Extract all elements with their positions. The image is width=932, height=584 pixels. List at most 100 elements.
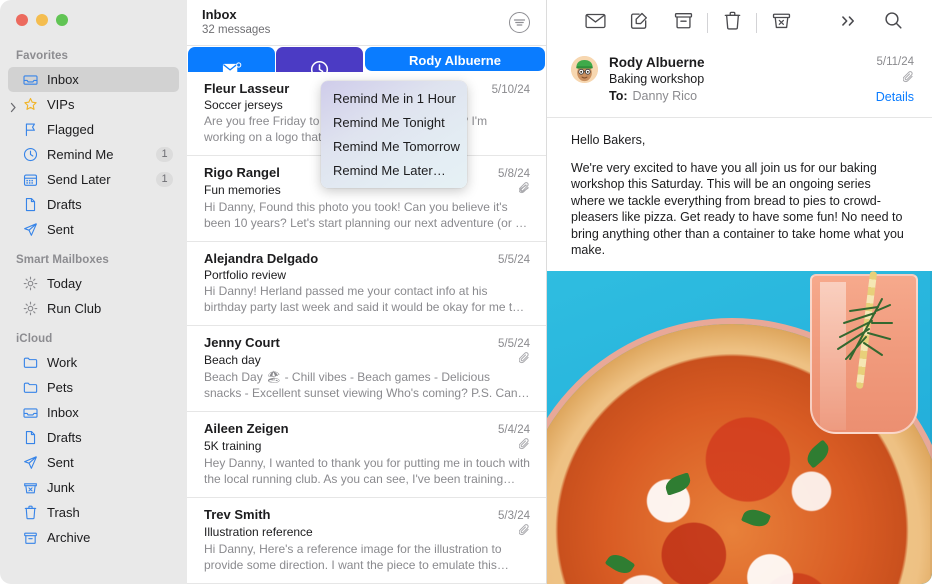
message-date: 5/5/24 (498, 338, 530, 350)
folder-icon (22, 380, 39, 396)
message-subject: Baking workshop (376, 69, 534, 71)
message-list-item[interactable]: Trev Smith 5/3/24 Illustration reference… (187, 498, 546, 584)
sidebar-item-label: Pets (47, 380, 74, 395)
mailbox-title: Inbox (202, 7, 237, 22)
sidebar-item-sent[interactable]: Sent (8, 217, 179, 242)
selected-message-row[interactable]: Rody Albuerne Baking workshop We're very… (365, 47, 545, 71)
context-menu-item-remind-1-hour[interactable]: Remind Me in 1 Hour (321, 86, 467, 110)
sidebar-item-label: Today (47, 276, 82, 291)
sidebar-item-junk[interactable]: Junk (8, 475, 179, 500)
message-sender: Rody Albuerne (409, 53, 501, 68)
message-preview: Beach Day 🏖 - Chill vibes - Beach games … (204, 370, 518, 400)
context-menu-item-remind-tonight[interactable]: Remind Me Tonight (321, 110, 467, 134)
message-preview: Hi Danny, Here's a reference image for t… (204, 542, 502, 572)
message-body-paragraph: Hello Bakers, (571, 133, 646, 147)
message-subject: Illustration reference (204, 525, 313, 539)
sidebar-item-label: Run Club (47, 301, 102, 316)
message-sender: Rody Albuerne (609, 55, 705, 70)
sidebar-section-title: iCloud (16, 333, 53, 345)
sidebar-item-inbox[interactable]: Inbox (8, 67, 179, 92)
message-sender: Trev Smith (204, 507, 271, 522)
clock-icon (22, 147, 39, 163)
unread-envelope-icon (222, 61, 242, 72)
sidebar-item-label: Sent (47, 222, 74, 237)
to-value: Danny Rico (632, 89, 698, 103)
junk-button[interactable] (759, 8, 803, 38)
minimize-button[interactable] (36, 14, 48, 26)
sidebar-item-label: Inbox (47, 405, 79, 420)
document-icon (22, 430, 39, 446)
sidebar-item-flagged[interactable]: Flagged (8, 117, 179, 142)
message-subject: 5K training (204, 439, 262, 453)
sidebar-item-remind-me[interactable]: Remind Me 1 (8, 142, 179, 167)
sidebar-item-icloud-drafts[interactable]: Drafts (8, 425, 179, 450)
message-preview: Hey Danny, I wanted to thank you for put… (204, 456, 530, 486)
sidebar-item-drafts[interactable]: Drafts (8, 192, 179, 217)
swipe-action-unread[interactable]: Unread (188, 47, 275, 72)
message-list-item[interactable]: Aileen Zeigen 5/4/24 5K training Hey Dan… (187, 412, 546, 498)
filter-icon[interactable] (509, 12, 530, 33)
paperclip-icon (518, 438, 530, 454)
sidebar-item-trash[interactable]: Trash (8, 500, 179, 525)
archive-icon (674, 12, 693, 35)
gear-icon (22, 276, 39, 292)
archive-button[interactable] (661, 8, 705, 38)
sidebar-item-send-later[interactable]: Send Later 1 (8, 167, 179, 192)
document-icon (22, 197, 39, 213)
sidebar-item-label: Work (47, 355, 78, 370)
remind-me-context-menu[interactable]: Remind Me in 1 Hour Remind Me Tonight Re… (321, 81, 467, 188)
delete-button[interactable] (710, 8, 754, 38)
sidebar-item-archive[interactable]: Archive (8, 525, 179, 550)
junk-icon (22, 480, 39, 496)
message-sender: Aileen Zeigen (204, 421, 289, 436)
compose-button[interactable] (617, 8, 661, 38)
context-menu-item-remind-later[interactable]: Remind Me Later… (321, 158, 467, 182)
close-button[interactable] (16, 14, 28, 26)
swipe-action-remind[interactable]: Remind (276, 47, 363, 72)
inbox-icon (22, 72, 39, 88)
message-attachment-photo[interactable] (547, 270, 932, 584)
paperclip-icon (518, 352, 530, 368)
paperclip-icon (876, 71, 914, 89)
sidebar-item-icloud-sent[interactable]: Sent (8, 450, 179, 475)
message-subject: Portfolio review (204, 268, 287, 282)
message-list-item[interactable]: Jenny Court 5/5/24 Beach day Beach Day 🏖… (187, 326, 546, 412)
sidebar-section-title: Smart Mailboxes (16, 254, 109, 266)
unread-badge: 1 (156, 147, 173, 162)
chevron-right-icon[interactable] (10, 100, 19, 112)
swiped-message-row[interactable]: Unread Remind Rody Albuerne Baking works… (187, 46, 546, 72)
message-list-column: Inbox 32 messages Unread Remind (187, 0, 547, 584)
message-subject: Beach day (204, 353, 261, 367)
zoom-button[interactable] (56, 14, 68, 26)
details-link[interactable]: Details (876, 89, 914, 106)
trash-icon (22, 505, 39, 521)
sidebar-item-label: Trash (47, 505, 80, 520)
search-button[interactable] (871, 8, 915, 38)
sidebar-item-label: Remind Me (47, 147, 114, 162)
context-menu-item-remind-tomorrow[interactable]: Remind Me Tomorrow (321, 134, 467, 158)
flag-icon (22, 122, 39, 138)
message-list-item[interactable]: Alejandra Delgado 5/5/24 Portfolio revie… (187, 242, 546, 326)
sidebar-item-label: Sent (47, 455, 74, 470)
message-body-paragraph: We're very excited to have you all join … (571, 160, 904, 258)
paperclip-icon (518, 182, 530, 198)
message-date: 5/4/24 (498, 424, 530, 436)
sidebar-item-run-club[interactable]: Run Club (8, 296, 179, 321)
toolbar-divider (707, 13, 708, 33)
to-label: To: (609, 89, 628, 103)
mark-unread-button[interactable] (573, 8, 617, 38)
sidebar-item-pets[interactable]: Pets (8, 375, 179, 400)
window-traffic-lights (0, 0, 187, 44)
sidebar-item-today[interactable]: Today (8, 271, 179, 296)
message-count: 32 messages (202, 24, 271, 36)
sidebar-item-vips[interactable]: VIPs (8, 92, 179, 117)
sidebar-item-label: VIPs (47, 97, 75, 112)
message-date: 5/5/24 (498, 254, 530, 266)
more-button[interactable] (827, 8, 871, 38)
sidebar-item-label: Inbox (47, 72, 79, 87)
sidebar-item-label: Flagged (47, 122, 94, 137)
sidebar-item-work[interactable]: Work (8, 350, 179, 375)
sidebar-item-label: Drafts (47, 197, 82, 212)
compose-icon (630, 11, 649, 35)
sidebar-item-icloud-inbox[interactable]: Inbox (8, 400, 179, 425)
